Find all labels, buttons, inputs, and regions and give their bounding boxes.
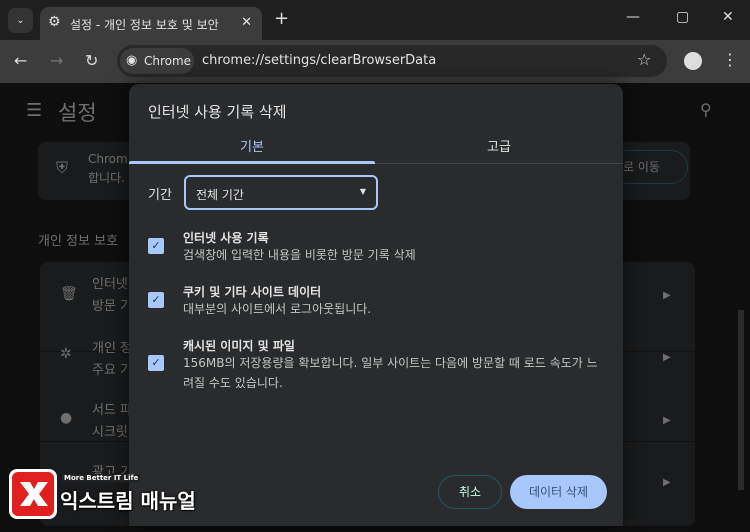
- item-desc: 검색창에 입력한 내용을 비롯한 방문 기록 삭제: [183, 248, 416, 262]
- shield-icon: ⛨: [56, 158, 69, 177]
- row-text: 서드 파 시크릿: [92, 403, 133, 440]
- menu-icon[interactable]: ⋮: [722, 50, 738, 69]
- tab-title: 설정 - 개인 정보 보호 및 보안: [70, 18, 219, 32]
- url-text[interactable]: chrome://settings/clearBrowserData: [202, 53, 436, 68]
- history-checkbox[interactable]: ✓: [148, 238, 164, 254]
- star-icon[interactable]: ☆: [637, 50, 651, 69]
- scrollbar[interactable]: [738, 310, 744, 490]
- row-text: 개인 정 주요 기: [92, 341, 133, 378]
- chrome-chip[interactable]: ◉ Chrome: [120, 48, 194, 74]
- cache-checkbox[interactable]: ✓: [148, 355, 164, 371]
- item-desc: 대부분의 사이트에서 로그아웃됩니다.: [183, 302, 372, 316]
- period-select[interactable]: 전체 기간 ▼: [184, 175, 378, 210]
- trash-icon: 🗑: [60, 286, 78, 302]
- forward-icon[interactable]: →: [50, 51, 63, 70]
- cancel-button[interactable]: 취소: [438, 475, 502, 509]
- cookies-checkbox[interactable]: ✓: [148, 292, 164, 308]
- watermark-logo: [9, 469, 57, 519]
- profile-icon[interactable]: [684, 52, 702, 70]
- compass-icon: ✲: [60, 346, 72, 362]
- chevron-right-icon: ▶: [663, 415, 671, 426]
- close-window-icon[interactable]: ✕: [722, 9, 734, 25]
- tab-search-icon[interactable]: ⌄: [8, 8, 33, 33]
- safety-card-text: Chrom 합니다.: [88, 150, 128, 188]
- hamburger-icon[interactable]: ☰: [26, 100, 42, 121]
- gear-icon: ⚙: [48, 14, 61, 30]
- row-text: 인터넷 방문 기: [92, 277, 133, 314]
- chevron-right-icon: ▶: [663, 290, 671, 301]
- cookie-icon: ●: [60, 410, 73, 426]
- chip-label: Chrome: [144, 54, 192, 68]
- chevron-right-icon: ▶: [663, 352, 671, 363]
- search-icon[interactable]: ⚲: [700, 100, 712, 119]
- watermark-name: 익스트림 매뉴얼: [60, 489, 196, 513]
- chrome-logo-icon: ◉: [126, 53, 138, 68]
- browser-tab[interactable]: ⚙ 설정 - 개인 정보 보호 및 보안 ✕: [40, 7, 262, 41]
- item-title: 쿠키 및 기타 사이트 데이터: [183, 285, 322, 299]
- item-desc: 156MB의 저장용량을 확보합니다. 일부 사이트는 다음에 방문할 때 로드…: [183, 356, 598, 390]
- reload-icon[interactable]: ↻: [85, 51, 98, 70]
- watermark-tagline: More Better IT Life: [62, 474, 141, 482]
- tab-advanced[interactable]: 고급: [487, 136, 511, 155]
- back-icon[interactable]: ←: [14, 51, 27, 70]
- dialog-title: 인터넷 사용 기록 삭제: [148, 103, 287, 121]
- delete-data-button[interactable]: 데이터 삭제: [510, 475, 607, 509]
- card-line2: 합니다.: [88, 171, 125, 185]
- tab-basic[interactable]: 기본: [240, 136, 264, 155]
- minimize-icon[interactable]: —: [626, 9, 640, 25]
- period-label: 기간: [148, 188, 172, 203]
- card-line1: Chrom: [88, 152, 128, 166]
- item-title: 캐시된 이미지 및 파일: [183, 339, 295, 353]
- active-tab-indicator: [129, 161, 375, 164]
- period-value: 전체 기간: [196, 188, 244, 202]
- close-icon[interactable]: ✕: [241, 15, 252, 30]
- item-title: 인터넷 사용 기록: [183, 231, 269, 245]
- privacy-heading: 개인 정보 보호: [38, 234, 119, 249]
- maximize-icon[interactable]: ▢: [676, 9, 689, 25]
- plus-icon[interactable]: +: [274, 8, 289, 29]
- settings-title: 설정: [58, 101, 97, 125]
- dropdown-arrow-icon: ▼: [359, 187, 366, 196]
- chevron-right-icon: ▶: [663, 477, 671, 488]
